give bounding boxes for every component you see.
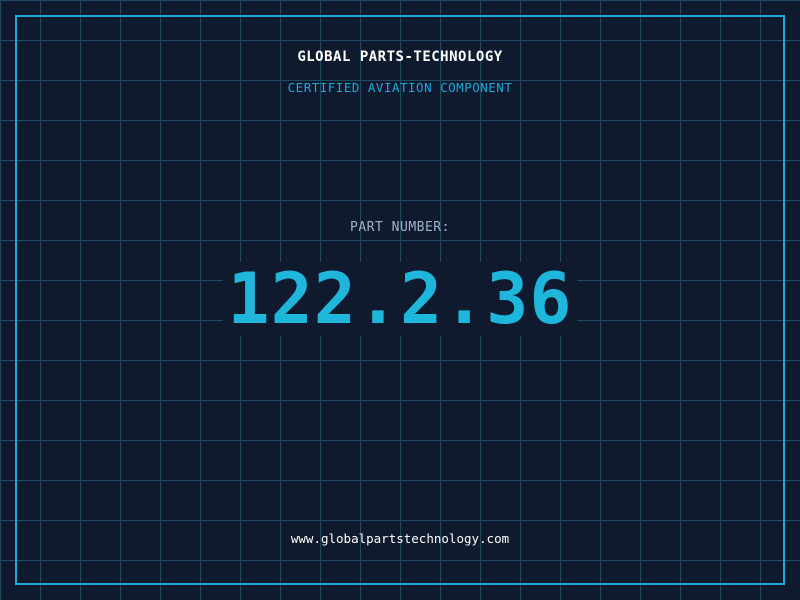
part-number-label: PART NUMBER: — [350, 220, 450, 235]
part-number-container: 122.2.36 — [0, 262, 800, 336]
company-name: GLOBAL PARTS-TECHNOLOGY — [297, 49, 503, 65]
website-url: www.globalpartstechnology.com — [290, 531, 510, 546]
part-number-value: 122.2.36 — [223, 262, 577, 336]
tagline: CERTIFIED AVIATION COMPONENT — [287, 80, 513, 95]
